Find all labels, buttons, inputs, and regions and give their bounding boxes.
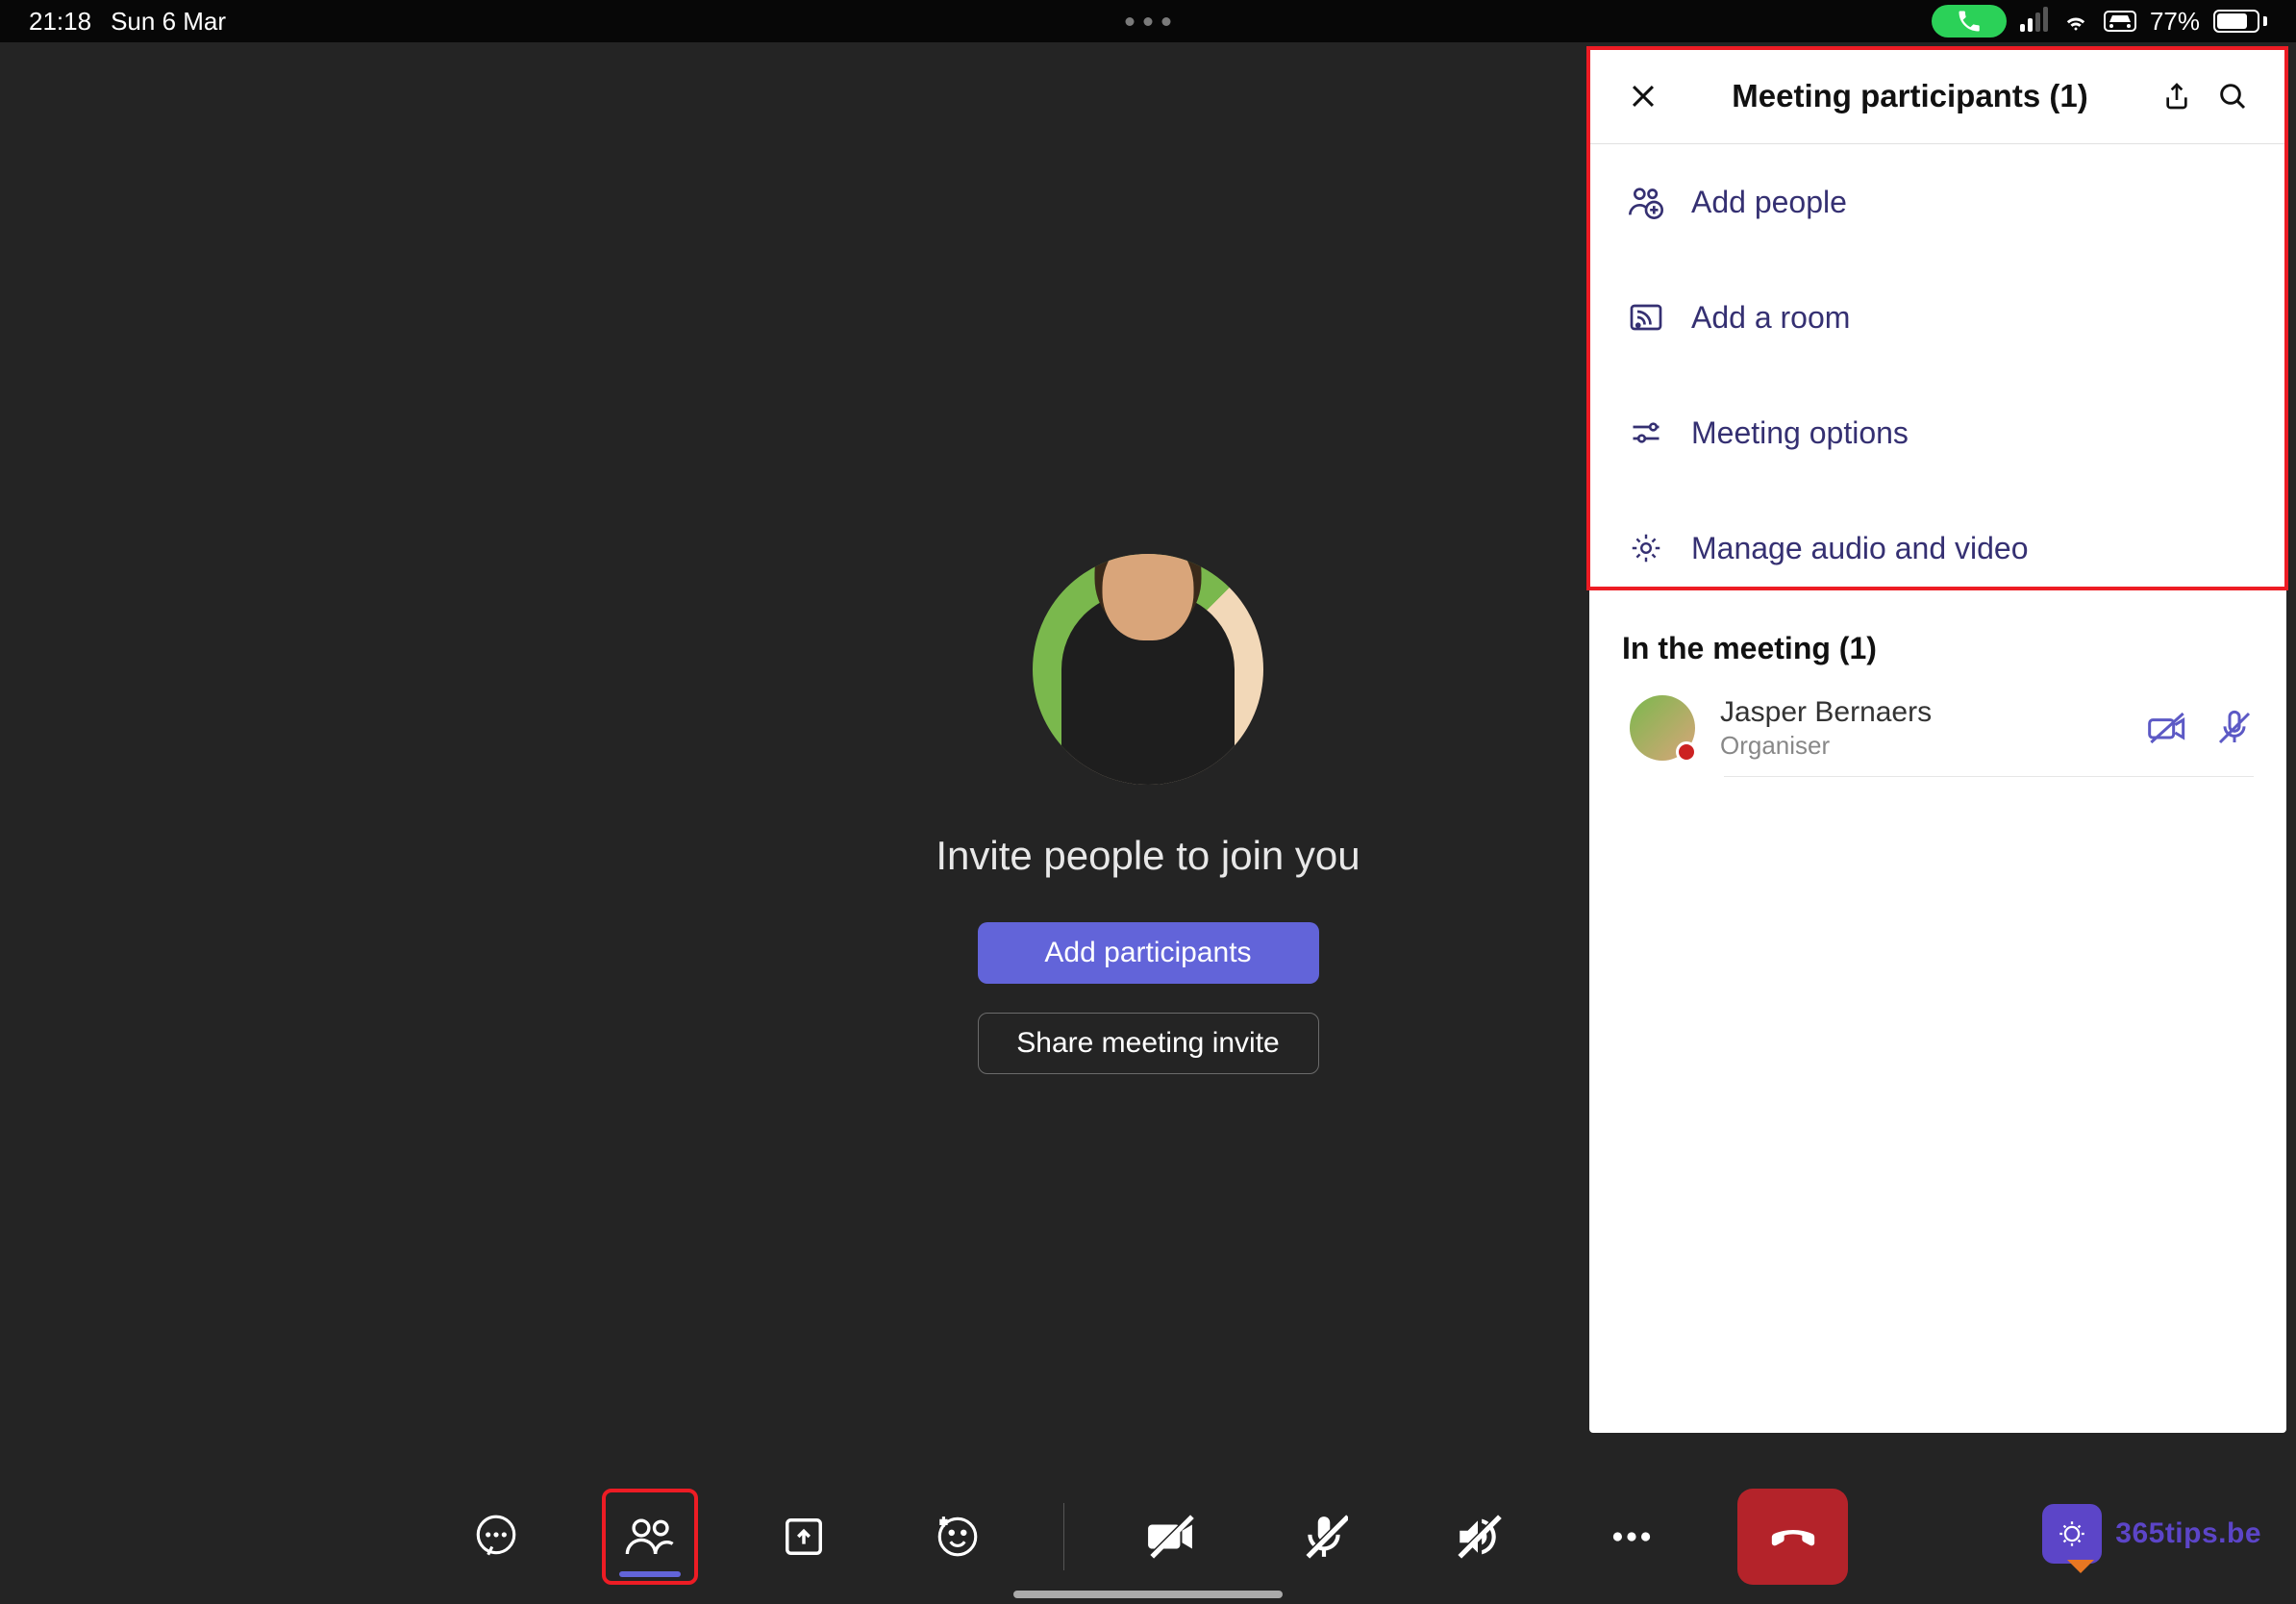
participants-button[interactable]	[602, 1489, 698, 1585]
share-participants-button[interactable]	[2154, 81, 2200, 112]
in-meeting-section-title: In the meeting (1)	[1589, 606, 2286, 680]
share-screen-button[interactable]	[756, 1489, 852, 1585]
status-date: Sun 6 Mar	[111, 7, 226, 37]
watermark: 365tips.be	[2042, 1504, 2261, 1564]
battery-icon	[2213, 10, 2267, 33]
participant-mic-off-icon	[2215, 709, 2254, 747]
gear-icon	[1622, 531, 1670, 565]
more-options-button[interactable]	[1584, 1489, 1680, 1585]
hangup-button[interactable]	[1737, 1489, 1848, 1585]
meeting-options-label: Meeting options	[1691, 415, 1909, 451]
invite-heading: Invite people to join you	[936, 833, 1360, 879]
active-call-pill[interactable]	[1932, 5, 2007, 38]
carplay-icon	[2104, 11, 2136, 32]
cellular-signal-icon	[2020, 11, 2048, 32]
add-people-icon	[1622, 183, 1670, 221]
sliders-icon	[1622, 415, 1670, 450]
add-participants-button[interactable]: Add participants	[978, 922, 1319, 984]
multitask-dots[interactable]	[1126, 17, 1171, 26]
self-avatar	[1033, 554, 1263, 785]
search-participants-button[interactable]	[2209, 81, 2256, 112]
watermark-text: 365tips.be	[2115, 1517, 2261, 1550]
add-people-label: Add people	[1691, 185, 1847, 220]
participant-role: Organiser	[1720, 731, 2148, 761]
meeting-toolbar	[0, 1469, 2296, 1604]
home-indicator[interactable]	[1013, 1591, 1283, 1598]
presence-busy-icon	[1676, 741, 1697, 763]
panel-title: Meeting participants (1)	[1666, 78, 2154, 114]
close-panel-button[interactable]	[1620, 80, 1666, 113]
battery-percentage: 77%	[2150, 7, 2200, 37]
participant-row[interactable]: Jasper Bernaers Organiser	[1589, 680, 2286, 776]
share-meeting-invite-button[interactable]: Share meeting invite	[978, 1013, 1319, 1074]
chat-button[interactable]	[448, 1489, 544, 1585]
participant-avatar	[1630, 695, 1695, 761]
watermark-logo-icon	[2042, 1504, 2102, 1564]
add-people-option[interactable]: Add people	[1589, 144, 2286, 260]
panel-header: Meeting participants (1)	[1589, 48, 2286, 144]
camera-toggle-button[interactable]	[1122, 1489, 1218, 1585]
meeting-options-option[interactable]: Meeting options	[1589, 375, 2286, 490]
mic-toggle-button[interactable]	[1276, 1489, 1372, 1585]
reactions-button[interactable]	[910, 1489, 1006, 1585]
add-room-icon	[1622, 300, 1670, 335]
participant-name: Jasper Bernaers	[1720, 696, 2148, 729]
panel-options-list: Add people Add a room Meeting options Ma…	[1589, 144, 2286, 606]
add-room-option[interactable]: Add a room	[1589, 260, 2286, 375]
participant-divider	[1724, 776, 2254, 777]
toolbar-divider	[1063, 1503, 1064, 1570]
participant-camera-off-icon	[2148, 709, 2186, 747]
manage-av-option[interactable]: Manage audio and video	[1589, 490, 2286, 606]
status-time: 21:18	[29, 7, 91, 37]
participants-panel: Meeting participants (1) Add people Add …	[1589, 48, 2286, 1433]
add-room-label: Add a room	[1691, 300, 1850, 336]
speaker-toggle-button[interactable]	[1430, 1489, 1526, 1585]
status-bar: 21:18 Sun 6 Mar 77%	[0, 0, 2296, 42]
wifi-icon	[2061, 10, 2090, 33]
manage-av-label: Manage audio and video	[1691, 531, 2029, 566]
